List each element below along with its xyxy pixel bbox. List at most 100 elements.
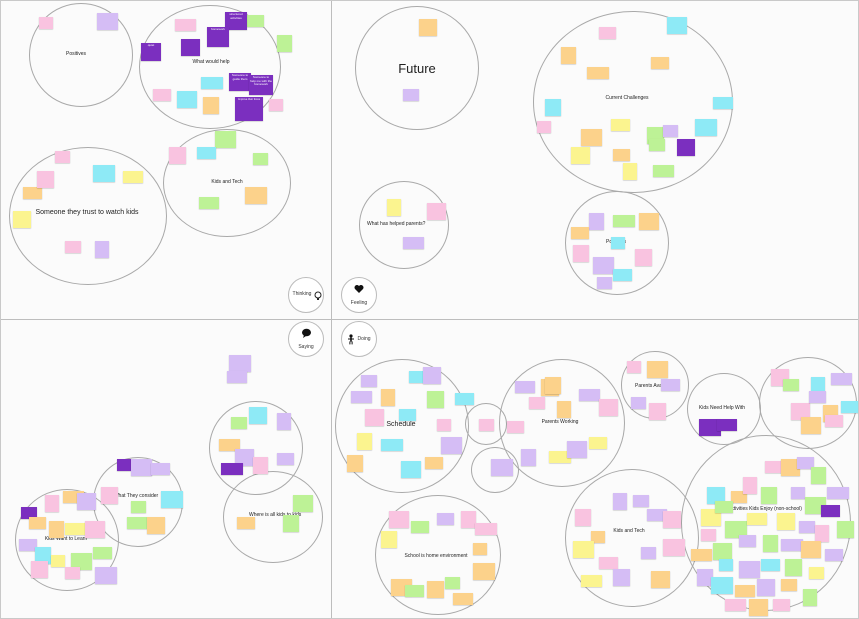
sticky-note[interactable] [399, 409, 416, 421]
sticky-note[interactable] [781, 539, 803, 551]
sticky-note[interactable] [801, 417, 821, 434]
sticky-note[interactable] [55, 151, 70, 163]
sticky-note[interactable] [479, 419, 494, 431]
sticky-note[interactable] [579, 389, 600, 401]
sticky-note[interactable] [623, 163, 637, 180]
sticky-note[interactable] [161, 491, 183, 508]
sticky-note[interactable] [663, 539, 685, 556]
mood-feeling[interactable]: Feeling [341, 277, 377, 313]
sticky-note[interactable] [599, 27, 616, 39]
sticky-note[interactable] [405, 585, 424, 597]
sticky-note[interactable] [347, 455, 363, 472]
sticky-note[interactable] [381, 439, 403, 451]
sticky-note[interactable] [507, 421, 524, 433]
sticky-note[interactable] [427, 203, 446, 220]
sticky-note[interactable] [131, 501, 146, 513]
sticky-note[interactable] [123, 171, 143, 183]
sticky-note[interactable] [93, 165, 115, 182]
sticky-note[interactable] [49, 521, 64, 538]
sticky-note[interactable] [649, 403, 666, 420]
sticky-note[interactable] [761, 559, 780, 571]
sticky-note[interactable] [95, 567, 117, 584]
sticky-note[interactable] [403, 89, 419, 101]
sticky-note[interactable] [589, 213, 604, 230]
sticky-quiet[interactable]: quiet [141, 43, 161, 61]
sticky-note[interactable] [227, 371, 247, 383]
sticky-note[interactable] [253, 457, 268, 474]
sticky-note[interactable] [649, 139, 665, 151]
sticky-note[interactable] [747, 513, 767, 525]
sticky-note[interactable] [381, 531, 397, 548]
sticky-note[interactable] [599, 399, 618, 416]
sticky-note[interactable] [181, 39, 200, 56]
sticky-note[interactable] [761, 487, 777, 504]
sticky-note[interactable] [735, 585, 755, 597]
sticky-note[interactable] [491, 459, 513, 476]
sticky-someone-help-homework[interactable]: Someone to help me with the homework [249, 75, 273, 95]
sticky-note[interactable] [561, 47, 576, 64]
sticky-note[interactable] [423, 367, 441, 384]
sticky-note[interactable] [247, 15, 264, 27]
sticky-note[interactable] [425, 457, 443, 469]
mood-saying[interactable]: Saying [288, 321, 324, 357]
sticky-note[interactable] [777, 513, 795, 530]
sticky-note[interactable] [65, 523, 87, 535]
sticky-note[interactable] [13, 211, 31, 228]
sticky-note[interactable] [587, 67, 609, 79]
sticky-note[interactable] [411, 521, 429, 533]
sticky-note[interactable] [127, 517, 147, 529]
sticky-note[interactable] [93, 547, 112, 559]
sticky-note[interactable] [39, 17, 53, 29]
sticky-note[interactable] [201, 77, 223, 89]
sticky-note[interactable] [567, 441, 587, 458]
sticky-note[interactable] [715, 501, 733, 513]
sticky-note[interactable] [445, 577, 460, 589]
sticky-note[interactable] [651, 57, 669, 69]
sticky-note[interactable] [821, 505, 840, 517]
sticky-note[interactable] [763, 535, 778, 552]
sticky-note[interactable] [229, 355, 251, 372]
sticky-note[interactable] [573, 541, 594, 558]
sticky-note[interactable] [37, 171, 54, 188]
sticky-note[interactable] [663, 125, 678, 137]
sticky-note[interactable] [473, 543, 487, 555]
sticky-note[interactable] [781, 579, 797, 591]
sticky-note[interactable] [557, 401, 571, 418]
sticky-note[interactable] [641, 547, 656, 559]
sticky-note[interactable] [711, 577, 733, 594]
sticky-note[interactable] [269, 99, 283, 111]
cluster-someone-trust[interactable] [9, 147, 167, 285]
sticky-note[interactable] [757, 579, 775, 596]
sticky-note[interactable] [717, 419, 737, 431]
sticky-note[interactable] [739, 535, 756, 547]
sticky-note[interactable] [613, 149, 630, 161]
sticky-note[interactable] [245, 187, 267, 204]
sticky-note[interactable] [809, 567, 824, 579]
sticky-note[interactable] [827, 487, 849, 499]
sticky-note[interactable] [455, 393, 474, 405]
sticky-note[interactable] [749, 599, 768, 616]
sticky-note[interactable] [537, 121, 551, 133]
sticky-note[interactable] [29, 517, 46, 529]
sticky-note[interactable] [639, 213, 659, 230]
sticky-note[interactable] [743, 477, 757, 494]
sticky-note[interactable] [667, 17, 687, 34]
sticky-note[interactable] [515, 381, 535, 393]
sticky-note[interactable] [389, 511, 409, 528]
sticky-note[interactable] [599, 557, 618, 569]
sticky-note[interactable] [85, 521, 105, 538]
sticky-note[interactable] [581, 129, 602, 146]
sticky-note[interactable] [231, 417, 247, 429]
sticky-note[interactable] [613, 493, 627, 510]
sticky-note[interactable] [351, 391, 372, 403]
sticky-note[interactable] [803, 589, 817, 606]
sticky-note[interactable] [573, 245, 589, 262]
sticky-note[interactable] [95, 241, 109, 258]
sticky-note[interactable] [661, 379, 680, 391]
sticky-note[interactable] [611, 237, 625, 249]
sticky-note[interactable] [475, 523, 497, 535]
whiteboard-canvas[interactable]: Positives What would help Someone they t… [0, 0, 859, 619]
sticky-note[interactable] [611, 119, 630, 131]
sticky-note[interactable] [597, 277, 612, 289]
sticky-note[interactable] [631, 397, 646, 409]
